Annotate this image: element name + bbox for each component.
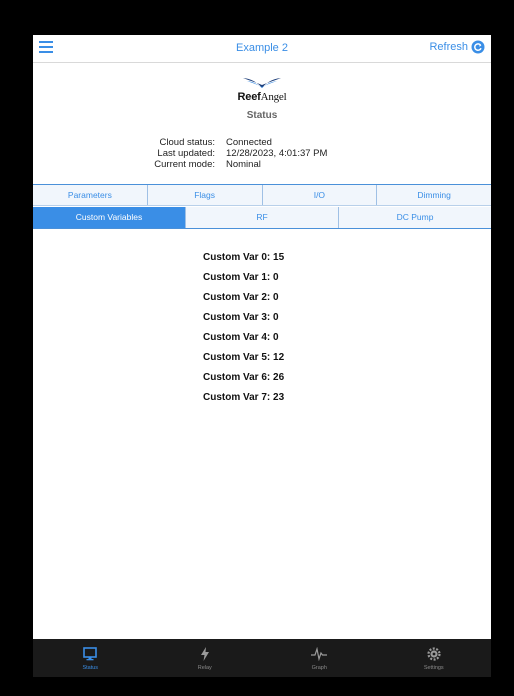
current-mode-row: Current mode: Nominal <box>33 159 491 170</box>
bottom-tab-bar: Status Relay Graph Settings <box>33 639 491 677</box>
var-value: 12 <box>273 352 285 363</box>
list-item: Custom Var 0: 15 <box>203 252 403 272</box>
var-label: Custom Var 2: <box>203 292 271 303</box>
var-label: Custom Var 4: <box>203 332 271 343</box>
var-value: 0 <box>273 332 279 343</box>
list-item: Custom Var 7: 23 <box>203 392 403 412</box>
list-item: Custom Var 1: 0 <box>203 272 403 292</box>
cloud-status-value: Connected <box>226 137 272 148</box>
tab-custom-variables[interactable]: Custom Variables <box>33 207 186 228</box>
var-label: Custom Var 5: <box>203 352 271 363</box>
page-subtitle: Status <box>246 110 278 121</box>
var-value: 0 <box>273 292 279 303</box>
logo-reef: Reef <box>237 91 261 103</box>
tabbar-label: Relay <box>197 665 212 671</box>
list-item: Custom Var 6: 26 <box>203 372 403 392</box>
var-label: Custom Var 3: <box>203 312 271 323</box>
tab-row-2: Custom Variables RF DC Pump <box>33 207 491 229</box>
tabbar-settings[interactable]: Settings <box>377 639 492 677</box>
var-value: 0 <box>273 272 279 283</box>
current-mode-label: Current mode: <box>154 159 215 170</box>
refresh-label: Refresh <box>429 41 468 53</box>
app-screen: Example 2 Refresh ReefAngel Status Cloud… <box>33 35 491 677</box>
cloud-status-row: Cloud status: Connected <box>33 137 491 148</box>
tabbar-graph[interactable]: Graph <box>262 639 377 677</box>
lightning-icon <box>200 645 210 663</box>
tabbar-status[interactable]: Status <box>33 639 148 677</box>
tab-flags[interactable]: Flags <box>147 185 263 205</box>
tab-row-1: Parameters Flags I/O Dimming <box>33 184 491 206</box>
logo-angel: Angel <box>260 91 287 103</box>
last-updated-label: Last updated: <box>157 148 215 159</box>
last-updated-row: Last updated: 12/28/2023, 4:01:37 PM <box>33 148 491 159</box>
var-value: 23 <box>273 392 285 403</box>
var-label: Custom Var 1: <box>203 272 271 283</box>
tab-io[interactable]: I/O <box>262 185 378 205</box>
custom-variables-list: Custom Var 0: 15 Custom Var 1: 0 Custom … <box>203 252 403 412</box>
tabbar-label: Status <box>82 665 99 671</box>
reef-angel-logo: ReefAngel <box>33 76 491 103</box>
var-label: Custom Var 0: <box>203 252 271 263</box>
tab-parameters[interactable]: Parameters <box>33 185 148 205</box>
tab-rf[interactable]: RF <box>186 207 339 228</box>
refresh-icon <box>471 40 485 54</box>
cloud-status-label: Cloud status: <box>159 137 215 148</box>
tabbar-relay[interactable]: Relay <box>148 639 263 677</box>
var-value: 26 <box>273 372 285 383</box>
list-item: Custom Var 4: 0 <box>203 332 403 352</box>
top-navbar: Example 2 Refresh <box>33 35 491 63</box>
tab-dc-pump[interactable]: DC Pump <box>339 207 491 228</box>
last-updated-value: 12/28/2023, 4:01:37 PM <box>226 148 328 159</box>
list-item: Custom Var 3: 0 <box>203 312 403 332</box>
tabbar-label: Graph <box>311 665 327 671</box>
var-label: Custom Var 6: <box>203 372 271 383</box>
nav-title: Example 2 <box>236 42 288 54</box>
logo-text: ReefAngel <box>33 91 491 103</box>
gear-icon <box>427 645 441 663</box>
var-label: Custom Var 7: <box>203 392 271 403</box>
var-value: 0 <box>273 312 279 323</box>
list-item: Custom Var 2: 0 <box>203 292 403 312</box>
tabbar-label: Settings <box>423 665 444 671</box>
var-value: 15 <box>273 252 285 263</box>
list-item: Custom Var 5: 12 <box>203 352 403 372</box>
status-info: Cloud status: Connected Last updated: 12… <box>33 137 491 170</box>
current-mode-value: Nominal <box>226 159 261 170</box>
pulse-icon <box>311 645 328 663</box>
refresh-button[interactable]: Refresh <box>429 40 485 54</box>
tab-dimming[interactable]: Dimming <box>377 185 491 205</box>
monitor-icon <box>83 645 98 663</box>
